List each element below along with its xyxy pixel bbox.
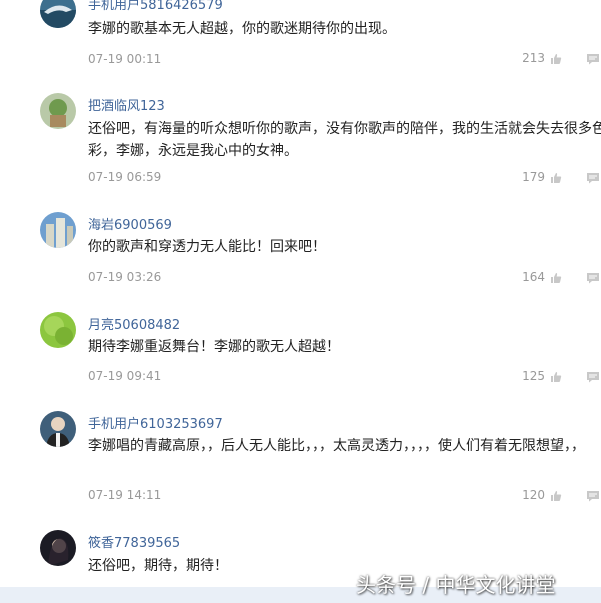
green-leaf-avatar-icon bbox=[40, 312, 76, 348]
thumbs-up-icon[interactable] bbox=[550, 490, 562, 502]
thumbs-up-icon[interactable] bbox=[550, 53, 562, 65]
comment-time: 07-19 09:41 bbox=[88, 369, 162, 383]
watermark-text: 头条号 / 中华文化讲堂 bbox=[356, 573, 556, 597]
username[interactable]: 月亮50608482 bbox=[88, 314, 180, 333]
comment-time: 07-19 03:26 bbox=[88, 270, 162, 284]
comment-text: 还俗吧，有海量的听众想听你的歌声，没有你歌声的陪伴，我的生活就会失去很多色彩，李… bbox=[88, 121, 601, 159]
like-count: 164 bbox=[522, 270, 545, 284]
user-avatar[interactable] bbox=[40, 212, 76, 248]
comment-text: 李娜的歌基本无人超越，你的歌迷期待你的出现。 bbox=[88, 21, 396, 37]
like-count: 120 bbox=[522, 488, 545, 502]
reply-icon[interactable] bbox=[586, 272, 600, 284]
person-photo-avatar-icon bbox=[40, 411, 76, 447]
reply-icon[interactable] bbox=[586, 371, 600, 383]
dark-portrait-avatar-icon bbox=[40, 530, 76, 566]
reply-icon[interactable] bbox=[586, 53, 600, 65]
username[interactable]: 筱香77839565 bbox=[88, 532, 180, 551]
reply-icon[interactable] bbox=[586, 172, 600, 184]
like-count: 179 bbox=[522, 170, 545, 184]
green-cartoon-avatar-icon bbox=[40, 93, 76, 129]
username[interactable]: 把酒临风123 bbox=[88, 95, 165, 114]
thumbs-up-icon[interactable] bbox=[550, 272, 562, 284]
shark-photo-avatar-icon bbox=[40, 0, 76, 28]
comment-time: 07-19 00:11 bbox=[88, 52, 162, 66]
like-count: 125 bbox=[522, 369, 545, 383]
username[interactable]: 手机用户5816426579 bbox=[88, 0, 223, 13]
username[interactable]: 手机用户6103253697 bbox=[88, 413, 223, 432]
comment-text: 李娜唱的青藏高原，，后人无人能比，，，太高灵透力，，，，使人们有着无限想望，， bbox=[88, 438, 585, 454]
thumbs-up-icon[interactable] bbox=[550, 172, 562, 184]
user-avatar[interactable] bbox=[40, 411, 76, 447]
buildings-photo-avatar-icon bbox=[40, 212, 76, 248]
comment-time: 07-19 06:59 bbox=[88, 170, 162, 184]
comment-text: 你的歌声和穿透力无人能比！回来吧！ bbox=[88, 239, 326, 255]
comment-time: 07-19 14:11 bbox=[88, 488, 162, 502]
user-avatar[interactable] bbox=[40, 0, 76, 28]
username[interactable]: 海岩6900569 bbox=[88, 214, 172, 233]
comment-text: 期待李娜重返舞台！李娜的歌无人超越！ bbox=[88, 339, 340, 355]
reply-icon[interactable] bbox=[586, 490, 600, 502]
user-avatar[interactable] bbox=[40, 312, 76, 348]
user-avatar[interactable] bbox=[40, 93, 76, 129]
user-avatar[interactable] bbox=[40, 530, 76, 566]
like-count: 213 bbox=[522, 51, 545, 65]
thumbs-up-icon[interactable] bbox=[550, 371, 562, 383]
